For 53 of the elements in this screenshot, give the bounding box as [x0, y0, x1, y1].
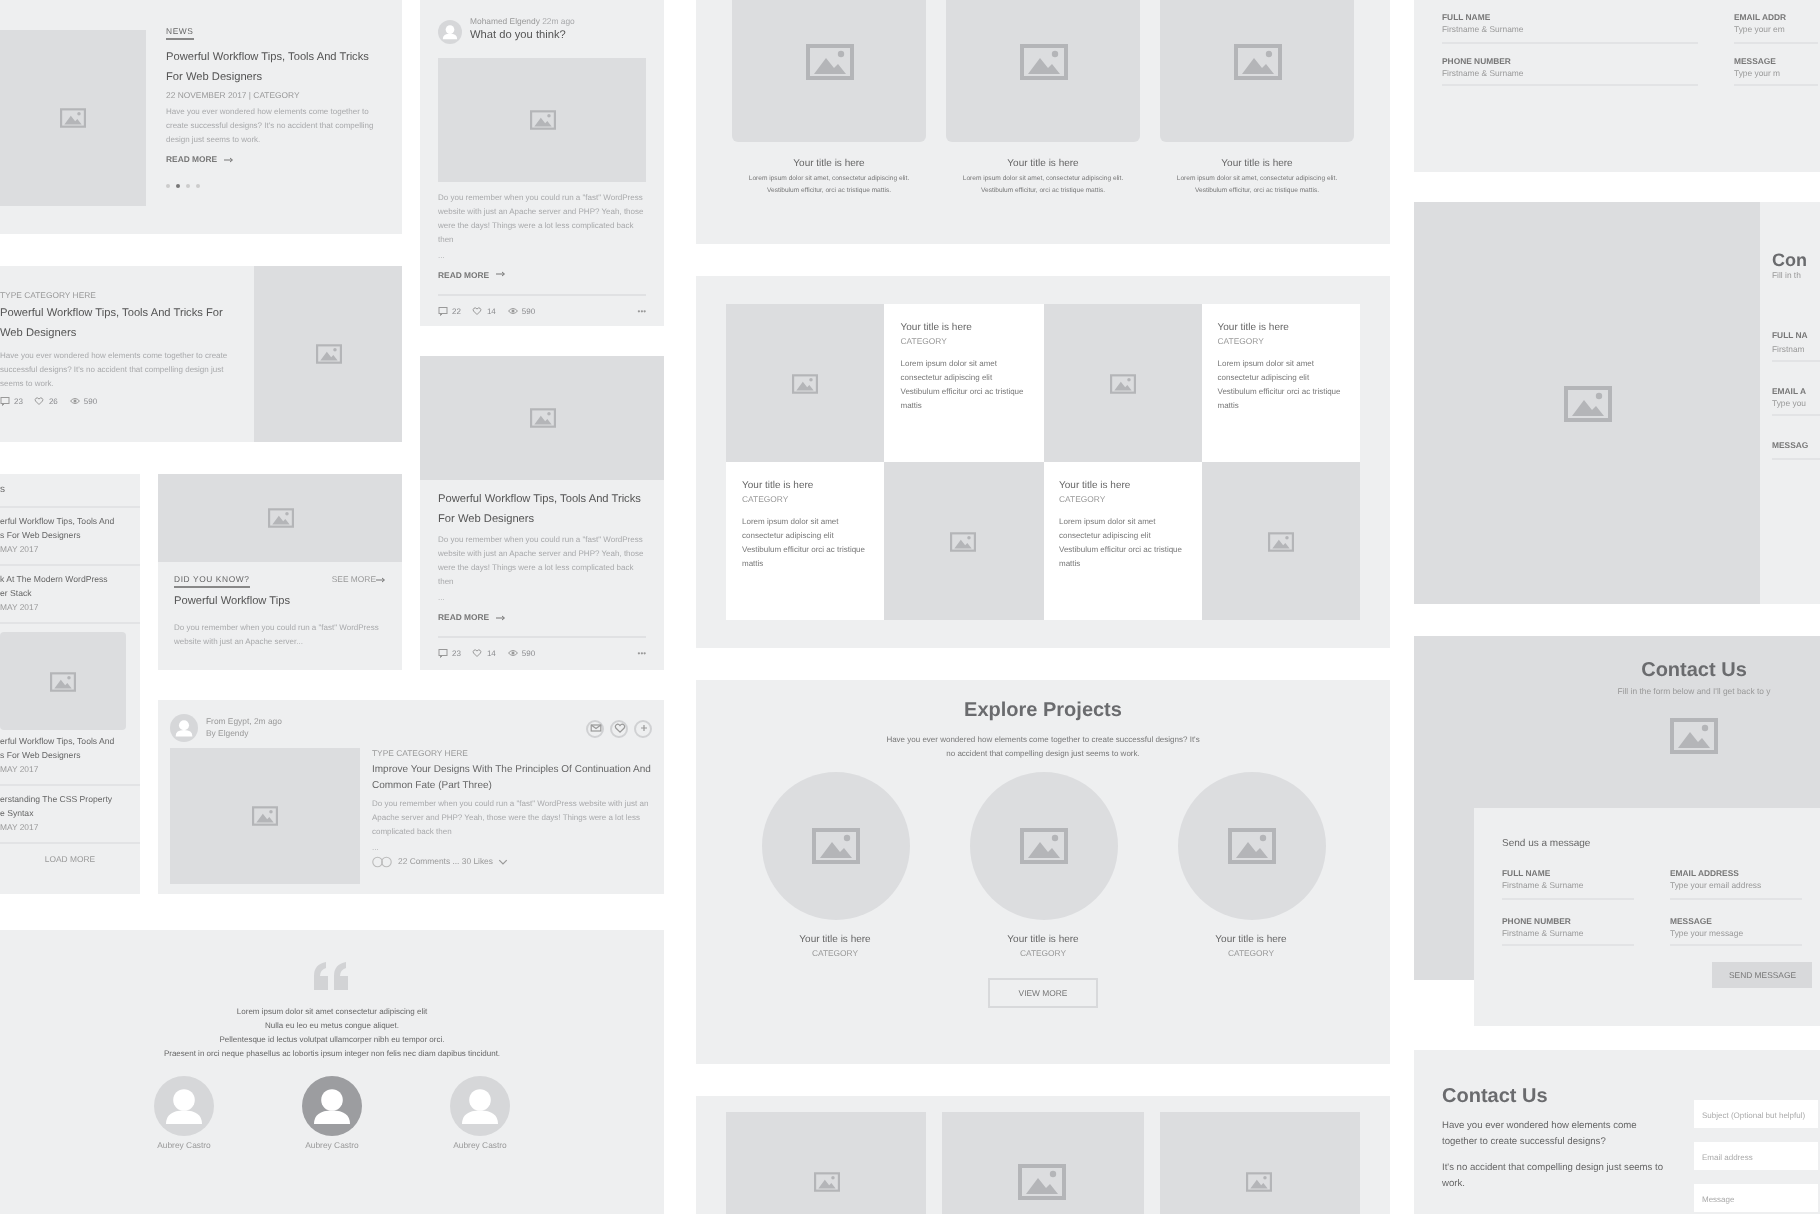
image-icon [1019, 828, 1067, 864]
arrow-icon [223, 155, 234, 164]
comment-icon [438, 648, 448, 658]
image-icon [792, 373, 819, 393]
avatars-icon [372, 856, 392, 869]
image-icon [60, 108, 86, 128]
avatar-icon [438, 19, 462, 44]
heart-icon [472, 648, 483, 658]
image-icon [811, 828, 859, 864]
image-icon [529, 408, 555, 428]
mail-button[interactable] [586, 719, 604, 737]
comment-icon [0, 396, 10, 407]
contact-title: Contact Us [1442, 1086, 1550, 1108]
avatar-icon [302, 1076, 362, 1136]
image-icon [1019, 43, 1067, 79]
arrow-icon [495, 613, 506, 621]
image-icon [813, 1172, 840, 1192]
avatar-icon [450, 1076, 510, 1136]
eye-icon [507, 305, 518, 316]
image-icon [252, 806, 278, 826]
section-title: Explore Projects [964, 700, 1122, 722]
image-icon [529, 109, 555, 130]
avatar-icon [154, 1076, 214, 1136]
arrow-icon [495, 270, 506, 279]
like-button[interactable] [610, 719, 628, 737]
add-button[interactable] [634, 719, 652, 737]
image-icon [1267, 531, 1294, 551]
image-icon [1227, 828, 1275, 864]
arrow-icon [376, 576, 386, 585]
image-icon [805, 43, 853, 79]
image-icon [50, 671, 76, 692]
quote-icon [312, 960, 352, 992]
heart-icon [34, 396, 45, 407]
heart-icon [613, 722, 625, 734]
image-icon [267, 508, 293, 528]
avatar-icon [170, 714, 198, 742]
caret-icon [498, 858, 509, 867]
contact-title: Contact Us [1641, 660, 1747, 682]
eye-icon [69, 396, 80, 407]
image-icon [315, 344, 341, 364]
image-icon [1563, 385, 1611, 421]
image-icon [1670, 718, 1718, 755]
image-icon [1233, 43, 1281, 79]
image-icon [1109, 373, 1136, 393]
mail-icon [589, 722, 601, 734]
comment-icon [438, 305, 448, 316]
heart-icon [472, 305, 483, 316]
image-icon [950, 531, 977, 551]
contact-title: Con [1772, 250, 1809, 270]
image-icon [1018, 1164, 1067, 1200]
image-icon [1246, 1172, 1273, 1192]
plus-icon [637, 722, 649, 734]
eye-icon [507, 648, 518, 658]
